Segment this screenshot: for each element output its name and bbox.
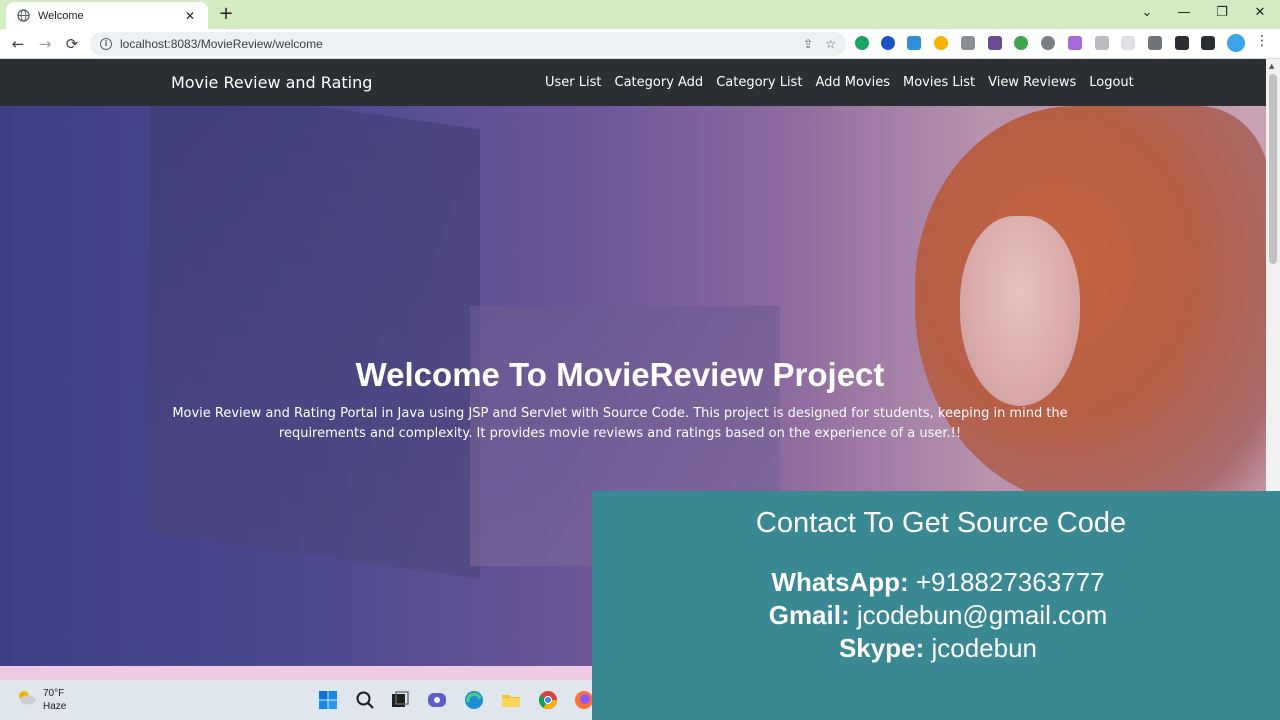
hero-title: Welcome To MovieReview Project (355, 356, 885, 393)
profile-avatar[interactable] (1227, 34, 1245, 52)
forward-button[interactable]: → (34, 33, 56, 55)
address-bar[interactable]: i localhost:8083/MovieReview/welcome ⇪ ☆ (90, 32, 846, 56)
globe-icon (16, 9, 30, 23)
task-view-icon[interactable] (390, 690, 410, 710)
new-tab-button[interactable]: + (216, 5, 236, 25)
bookmark-star-icon[interactable]: ☆ (825, 37, 836, 51)
back-button[interactable]: ← (7, 33, 29, 55)
whatsapp-number: +918827363777 (915, 567, 1105, 597)
tab-title: Welcome (38, 9, 84, 22)
weather-condition[interactable]: Haze (43, 701, 66, 712)
share-icon[interactable]: ⇪ (803, 37, 813, 51)
nav-category-list[interactable]: Category List (716, 75, 802, 90)
extension-icon-3[interactable] (907, 36, 921, 50)
contact-gmail: Gmail: jcodebun@gmail.com (592, 600, 1280, 631)
extension-icon-4[interactable] (934, 36, 948, 50)
browser-toolbar: ← → ⟳ i localhost:8083/MovieReview/welco… (0, 29, 1280, 59)
weather-temperature[interactable]: 70°F (43, 688, 64, 699)
nav-movies-list[interactable]: Movies List (903, 75, 975, 90)
scrollbar-thumb[interactable] (1269, 74, 1277, 264)
hero-description: Movie Review and Rating Portal in Java u… (172, 406, 1068, 441)
skype-id: jcodebun (931, 633, 1038, 663)
skype-label: Skype: (838, 633, 925, 663)
search-icon[interactable] (355, 690, 375, 710)
nav-links: User List Category Add Category List Add… (545, 75, 1134, 90)
extension-icon-7[interactable] (1014, 36, 1028, 50)
chrome-icon[interactable] (538, 690, 558, 710)
url-text[interactable]: localhost:8083/MovieReview/welcome (120, 37, 791, 51)
grammarly-extension-icon[interactable] (855, 36, 869, 50)
side-panel-icon[interactable] (1201, 36, 1215, 50)
extension-icon-6[interactable] (988, 36, 1002, 50)
hero-background-monitor (150, 106, 480, 580)
extension-icon-11[interactable] (1121, 36, 1135, 50)
scroll-up-arrow-icon[interactable]: ▲ (1269, 62, 1274, 70)
nav-add-movies[interactable]: Add Movies (815, 75, 890, 90)
contact-whatsapp: WhatsApp: +918827363777 (592, 567, 1280, 598)
extension-icon-12[interactable] (1148, 36, 1162, 50)
nav-logout[interactable]: Logout (1089, 75, 1134, 90)
windows-start-icon[interactable] (318, 690, 338, 710)
browser-menu-icon[interactable]: ⋮ (1255, 33, 1269, 49)
restore-button[interactable]: ❐ (1207, 4, 1237, 24)
tab-welcome[interactable]: Welcome ✕ (6, 2, 208, 29)
puzzle-extensions-icon[interactable] (1175, 36, 1189, 50)
site-info-icon[interactable]: i (100, 38, 112, 50)
extension-icon-10[interactable] (1095, 36, 1109, 50)
site-brand[interactable]: Movie Review and Rating (171, 73, 372, 92)
whatsapp-label: WhatsApp: (771, 567, 909, 597)
contact-skype: Skype: jcodebun (592, 633, 1280, 664)
edge-browser-icon[interactable] (464, 690, 484, 710)
contact-heading: Contact To Get Source Code (755, 507, 1127, 539)
reload-button[interactable]: ⟳ (61, 33, 83, 55)
nav-category-add[interactable]: Category Add (615, 75, 704, 90)
teams-chat-icon[interactable] (427, 690, 447, 710)
extension-icon-9[interactable] (1068, 36, 1082, 50)
firefox-icon[interactable] (574, 690, 594, 710)
gmail-address: jcodebun@gmail.com (856, 600, 1108, 630)
file-explorer-icon[interactable] (501, 690, 521, 710)
minimize-button[interactable]: — (1169, 4, 1199, 24)
weather-haze-icon[interactable] (16, 689, 36, 705)
tab-close-icon[interactable]: ✕ (182, 9, 198, 23)
extension-icon-2[interactable] (881, 36, 895, 50)
site-navbar: Movie Review and Rating User List Catego… (0, 59, 1266, 106)
nav-user-list[interactable]: User List (545, 75, 602, 90)
close-window-button[interactable]: ✕ (1245, 4, 1275, 24)
nav-view-reviews[interactable]: View Reviews (988, 75, 1076, 90)
tab-search-icon[interactable]: ⌄ (1132, 4, 1162, 24)
contact-overlay-panel: Contact To Get Source Code WhatsApp: +91… (592, 491, 1280, 720)
gmail-label: Gmail: (768, 600, 850, 630)
browser-window: Welcome ✕ + ⌄ — ❐ ✕ ← → ⟳ i localhost:80… (0, 0, 1280, 720)
extension-icon-8[interactable] (1041, 36, 1055, 50)
camera-extension-icon[interactable] (961, 36, 975, 50)
tab-strip: Welcome ✕ + ⌄ — ❐ ✕ (0, 0, 1280, 29)
